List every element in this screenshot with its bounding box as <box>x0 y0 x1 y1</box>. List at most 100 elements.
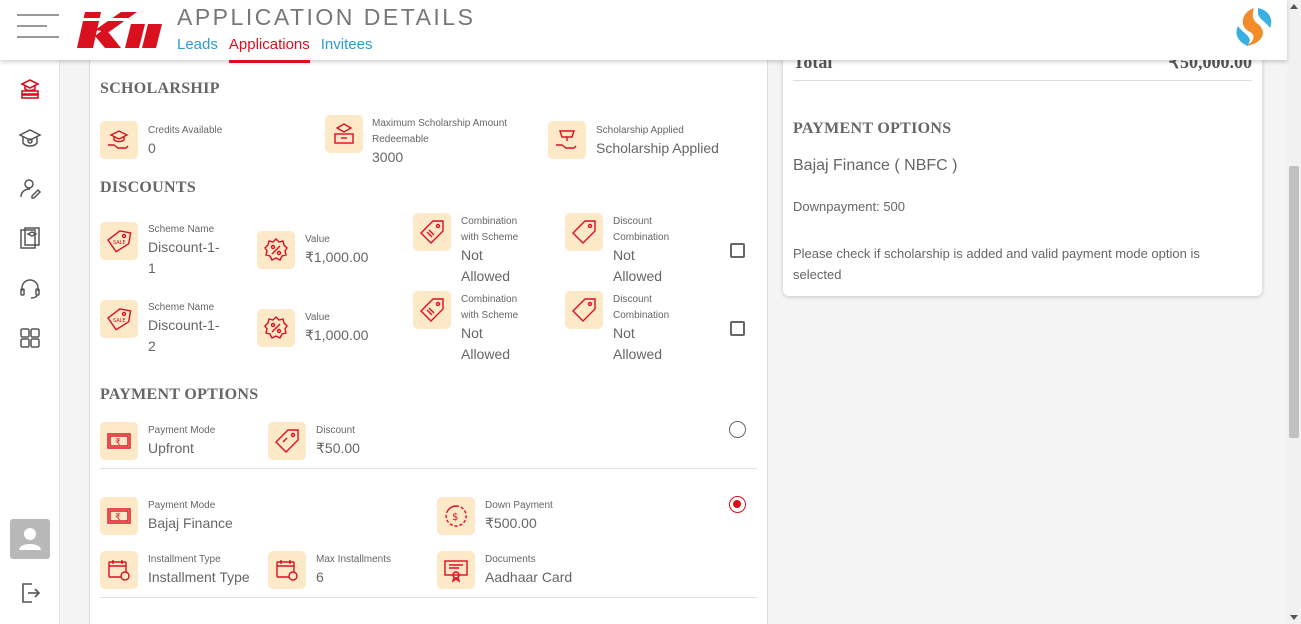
discount-combination-label-2: Combination <box>613 232 670 243</box>
combination-scheme-label-1: Combination <box>461 294 518 305</box>
credits-value: 0 <box>148 140 156 156</box>
credits-label: Credits Available <box>148 125 223 136</box>
scheme-name-value-cont: 1 <box>148 260 156 276</box>
tab-invitees[interactable]: Invitees <box>321 36 373 63</box>
user-edit-icon[interactable] <box>18 176 42 200</box>
discount-combination-label-2: Combination <box>613 310 670 321</box>
menu-icon[interactable] <box>17 14 59 38</box>
combination-scheme-label-1: Combination <box>461 216 518 227</box>
svg-text:$: $ <box>452 512 458 523</box>
discount-tag-icon <box>268 422 306 460</box>
scroll-down-icon[interactable] <box>1290 615 1298 620</box>
upfront-mode-value: Upfront <box>148 440 194 456</box>
provider-name: Bajaj Finance ( NBFC ) <box>793 157 958 174</box>
applied-value: Scholarship Applied <box>596 140 719 156</box>
discount-combination-label-1: Discount <box>613 216 652 227</box>
scholarship-amount-icon <box>325 115 363 153</box>
documents-value: Aadhaar Card <box>485 569 573 585</box>
finance-radio[interactable] <box>729 496 746 513</box>
percent-icon <box>257 309 295 347</box>
installment-type-label: Installment Type <box>148 554 221 565</box>
divider <box>793 80 1252 81</box>
discount-combination-value-2: Allowed <box>613 268 663 284</box>
calendar-money-icon <box>268 551 306 589</box>
scheme-name-label: Scheme Name <box>148 224 215 235</box>
course-icon[interactable] <box>18 226 42 250</box>
tab-applications[interactable]: Applications <box>228 36 310 63</box>
dashboard-grid-icon[interactable] <box>18 326 42 350</box>
user-avatar-icon <box>19 528 41 550</box>
documents-label: Documents <box>485 554 536 565</box>
scholarship-applied-icon <box>548 121 586 159</box>
upfront-mode-label: Payment Mode <box>148 425 216 436</box>
discount-combination-value-1: Not <box>613 247 635 263</box>
scheme-name-value: Discount-1- <box>148 239 220 255</box>
down-payment-label: Down Payment <box>485 500 553 511</box>
combination-scheme-value-1: Not <box>461 325 483 341</box>
percent-icon <box>257 231 295 269</box>
down-payment-icon: $ <box>437 497 475 535</box>
books-icon[interactable] <box>18 76 42 100</box>
tab-leads[interactable]: Leads <box>177 36 218 63</box>
discount-combination-label-1: Discount <box>613 294 652 305</box>
application-details-card: SCHOLARSHIP Credits Available 0 Maximum … <box>89 60 768 624</box>
downpayment-text: Downpayment: 500 <box>793 199 906 214</box>
upfront-discount-value: ₹50.00 <box>316 440 360 456</box>
discount-1-checkbox[interactable] <box>730 243 745 258</box>
svg-text:₹: ₹ <box>115 513 121 523</box>
combination-scheme-label-2: with Scheme <box>461 310 519 321</box>
value-label: Value <box>305 312 330 323</box>
discount-tag-icon <box>565 291 603 329</box>
summary-payment-title: PAYMENT OPTIONS <box>793 120 952 137</box>
nav-tabs: Leads Applications Invitees <box>177 36 383 63</box>
svg-text:₹: ₹ <box>115 438 121 448</box>
validation-note-cont: selected <box>793 267 842 282</box>
scroll-up-icon[interactable] <box>1290 4 1298 9</box>
scrollbar[interactable] <box>1287 0 1301 624</box>
applied-label: Scholarship Applied <box>596 125 684 136</box>
sale-tag-icon: SALE <box>100 222 138 260</box>
discount-tag-icon <box>565 213 603 251</box>
cash-rupee-icon: ₹ <box>100 422 138 460</box>
validation-note: Please check if scholarship is added and… <box>793 246 1200 261</box>
combination-scheme-label-2: with Scheme <box>461 232 519 243</box>
logout-icon[interactable] <box>18 581 42 605</box>
cash-rupee-icon: ₹ <box>100 497 138 535</box>
max-scholarship-label-1: Maximum Scholarship Amount <box>372 118 508 129</box>
upfront-radio[interactable] <box>729 421 746 438</box>
scheme-name-value: Discount-1- <box>148 317 220 333</box>
page-title: APPLICATION DETAILS <box>177 4 476 30</box>
divider <box>100 597 757 598</box>
value-value: ₹1,000.00 <box>305 249 369 265</box>
scroll-thumb[interactable] <box>1289 166 1299 438</box>
sidebar <box>0 60 60 624</box>
value-value: ₹1,000.00 <box>305 327 369 343</box>
divider <box>100 468 757 469</box>
certificate-icon <box>437 551 475 589</box>
combination-scheme-value-1: Not <box>461 247 483 263</box>
scholarship-title: SCHOLARSHIP <box>100 80 220 97</box>
price-tag-icon <box>413 291 451 329</box>
summary-card: Total ₹50,000.00 PAYMENT OPTIONS Bajaj F… <box>783 46 1262 296</box>
max-installments-value: 6 <box>316 569 324 585</box>
headset-icon[interactable] <box>18 276 42 300</box>
finance-mode-label: Payment Mode <box>148 500 216 511</box>
combination-scheme-value-2: Allowed <box>461 346 511 362</box>
upfront-discount-label: Discount <box>316 425 355 436</box>
max-installments-label: Max Installments <box>316 554 392 565</box>
avatar[interactable] <box>10 519 50 559</box>
scheme-name-label: Scheme Name <box>148 302 215 313</box>
scheme-name-value-cont: 2 <box>148 338 156 354</box>
kii-logo[interactable] <box>75 8 165 50</box>
max-scholarship-label-2: Redeemable <box>372 134 429 145</box>
discount-2-checkbox[interactable] <box>730 321 745 336</box>
school-icon[interactable] <box>18 126 42 150</box>
payment-options-title: PAYMENT OPTIONS <box>100 386 259 403</box>
value-label: Value <box>305 234 330 245</box>
scholarship-credits-icon <box>100 121 138 159</box>
combination-scheme-value-2: Allowed <box>461 268 511 284</box>
discount-combination-value-2: Allowed <box>613 346 663 362</box>
max-scholarship-value: 3000 <box>372 149 404 165</box>
down-payment-value: ₹500.00 <box>485 515 537 531</box>
discounts-title: DISCOUNTS <box>100 179 197 196</box>
